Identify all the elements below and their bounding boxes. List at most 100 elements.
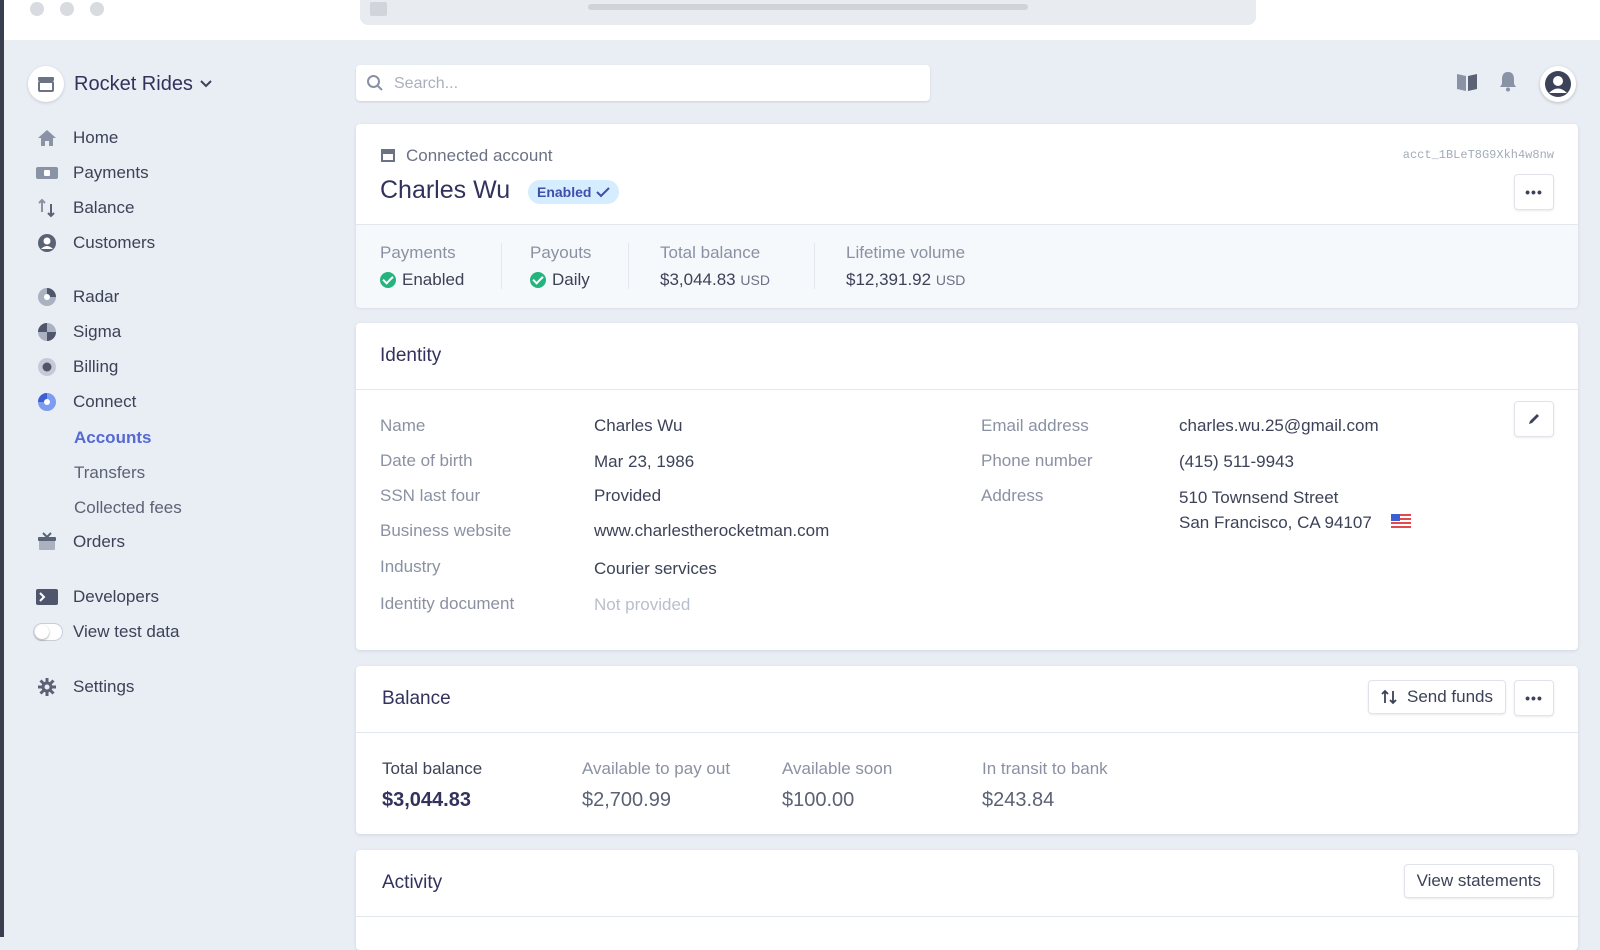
sidebar-subitem-transfers[interactable]: Transfers [74, 463, 145, 483]
account-id: acct_1BLeT8G9Xkh4w8nw [1402, 148, 1554, 162]
search-bar[interactable] [356, 65, 930, 103]
maximize-window-button[interactable] [90, 2, 104, 16]
summary-value-text: $12,391.92 [846, 270, 932, 289]
edit-identity-button[interactable] [1514, 401, 1554, 437]
sigma-icon [36, 321, 58, 343]
store-icon [381, 149, 395, 162]
balance-more-button[interactable]: ••• [1514, 680, 1554, 716]
sidebar-item-developers[interactable]: Developers [36, 584, 159, 610]
sidebar-item-label: Home [73, 128, 119, 147]
check-circle-icon [530, 272, 546, 288]
send-funds-label: Send funds [1406, 687, 1493, 706]
chevron-down-icon [200, 80, 212, 88]
terminal-icon [36, 586, 58, 608]
view-statements-button[interactable]: View statements [1403, 864, 1554, 898]
sidebar-item-label: Developers [73, 587, 159, 606]
search-input[interactable] [392, 65, 916, 103]
billing-icon [36, 356, 58, 378]
account-name: Charles Wu [380, 176, 511, 204]
status-badge: Enabled [528, 180, 620, 204]
sidebar-item-balance[interactable]: Balance [36, 195, 134, 221]
sidebar-item-customers[interactable]: Customers [36, 230, 155, 256]
balance-value: $100.00 [782, 789, 855, 811]
sidebar-item-radar[interactable]: Radar [36, 284, 119, 310]
view-statements-label: View statements [1416, 871, 1541, 890]
sidebar-item-settings[interactable]: Settings [36, 674, 134, 700]
us-flag-icon [1391, 514, 1411, 528]
balance-label: Available to pay out [582, 759, 731, 778]
sidebar-subitem-collected-fees[interactable]: Collected fees [74, 498, 182, 518]
address-bar[interactable] [360, 0, 1256, 25]
minimize-window-button[interactable] [60, 2, 74, 16]
field-label: Identity document [380, 594, 515, 613]
summary-value: $12,391.92 USD [846, 270, 965, 290]
account-switcher[interactable]: Rocket Rides [28, 66, 213, 102]
sidebar-item-connect[interactable]: Connect [36, 389, 136, 415]
field-value: Courier services [594, 559, 717, 578]
sidebar-item-billing[interactable]: Billing [36, 354, 118, 380]
check-circle-icon [380, 272, 396, 288]
divider [356, 916, 1578, 917]
more-dots-icon: ••• [1525, 184, 1543, 200]
payments-icon [36, 162, 58, 184]
window-edge [0, 0, 4, 937]
sidebar-item-sigma[interactable]: Sigma [36, 319, 121, 345]
user-icon [1545, 71, 1571, 97]
balance-label: Available soon [782, 759, 893, 778]
summary-value-text: Enabled [402, 270, 465, 289]
divider [501, 243, 502, 289]
divider [356, 389, 1578, 390]
field-label: Business website [380, 521, 512, 540]
section-title: Balance [382, 688, 451, 709]
sidebar-item-orders[interactable]: Orders [36, 529, 125, 555]
more-dots-icon: ••• [1525, 690, 1543, 706]
close-window-button[interactable] [30, 2, 44, 16]
more-actions-button[interactable]: ••• [1514, 174, 1554, 210]
section-title: Identity [380, 345, 442, 366]
test-data-toggle[interactable] [33, 623, 63, 641]
account-header-card: Connected account Charles Wu Enabled acc… [356, 124, 1578, 308]
field-value: San Francisco, CA 94107 [1179, 513, 1372, 532]
balance-value: $243.84 [982, 789, 1055, 811]
sidebar-item-view-test-data[interactable]: View test data [33, 619, 179, 645]
summary-value: Enabled [380, 270, 464, 290]
sidebar-item-home[interactable]: Home [36, 125, 118, 151]
pencil-icon [1529, 414, 1539, 424]
url-placeholder [588, 4, 1028, 10]
balance-value: $3,044.83 [382, 789, 471, 811]
field-label: Email address [981, 416, 1089, 435]
divider [628, 243, 629, 289]
sidebar-item-label: Settings [73, 677, 135, 696]
field-label: Industry [380, 557, 441, 576]
sidebar-item-label: Billing [73, 357, 119, 376]
summary-value-text: $3,044.83 [660, 270, 736, 289]
notification-bell-icon[interactable] [1498, 70, 1518, 92]
docs-book-icon[interactable] [1456, 72, 1478, 92]
balance-label: In transit to bank [982, 759, 1108, 778]
summary-label: Total balance [660, 243, 761, 262]
field-value: Not provided [594, 595, 691, 614]
sidebar-item-label: Balance [73, 198, 135, 217]
balance-label: Total balance [382, 759, 483, 778]
customer-icon [36, 232, 58, 254]
identity-card: Identity Name Charles Wu Date of birth M… [356, 323, 1578, 650]
brand-name: Rocket Rides [74, 72, 193, 95]
sidebar-item-payments[interactable]: Payments [36, 160, 149, 186]
sidebar-item-label: View test data [73, 622, 180, 641]
sidebar-item-label: Payments [73, 163, 149, 182]
orders-icon [36, 531, 58, 553]
sidebar-subitem-accounts[interactable]: Accounts [74, 428, 151, 448]
field-label: SSN last four [380, 486, 481, 505]
browser-titlebar [4, 0, 1600, 40]
sidebar-item-label: Radar [73, 287, 120, 306]
balance-card: Balance Send funds ••• Total balance $3,… [356, 666, 1578, 834]
send-funds-button[interactable]: Send funds [1367, 680, 1506, 714]
field-value: 510 Townsend Street [1179, 488, 1339, 507]
section-title: Activity [382, 872, 443, 893]
summary-value: $3,044.83 USD [660, 270, 770, 290]
field-value: www.charlestherocketman.com [594, 521, 830, 540]
field-label: Phone number [981, 451, 1093, 470]
swap-arrows-icon [1381, 689, 1397, 705]
gear-icon [36, 676, 58, 698]
user-avatar[interactable] [1540, 66, 1576, 102]
